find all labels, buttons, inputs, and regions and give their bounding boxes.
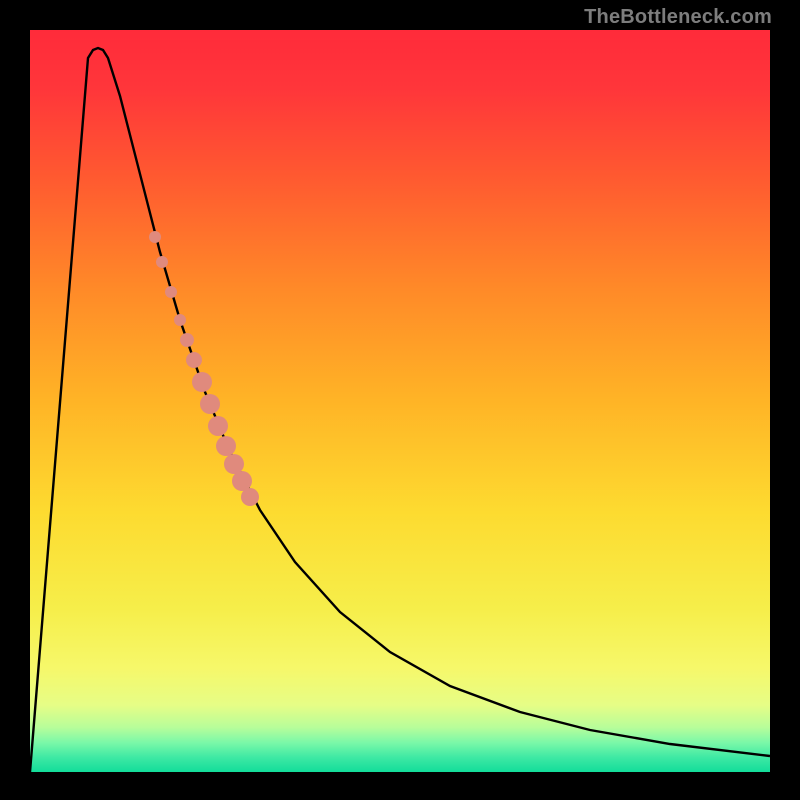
highlight-dot <box>200 394 220 414</box>
highlight-dot <box>192 372 212 392</box>
highlight-dot <box>180 333 194 347</box>
highlight-dot <box>224 454 244 474</box>
bottleneck-curve <box>30 48 770 772</box>
highlight-dot <box>232 471 252 491</box>
highlight-dot <box>156 256 168 268</box>
highlight-dot <box>174 314 186 326</box>
highlight-dot <box>186 352 202 368</box>
watermark-text: TheBottleneck.com <box>584 6 772 29</box>
curve-svg <box>30 30 770 772</box>
highlight-dot <box>165 286 177 298</box>
plot-area <box>30 30 770 772</box>
chart-frame: TheBottleneck.com <box>0 0 800 800</box>
highlight-dot <box>208 416 228 436</box>
highlight-dot <box>216 436 236 456</box>
highlight-dot <box>149 231 161 243</box>
highlight-dot <box>241 488 259 506</box>
